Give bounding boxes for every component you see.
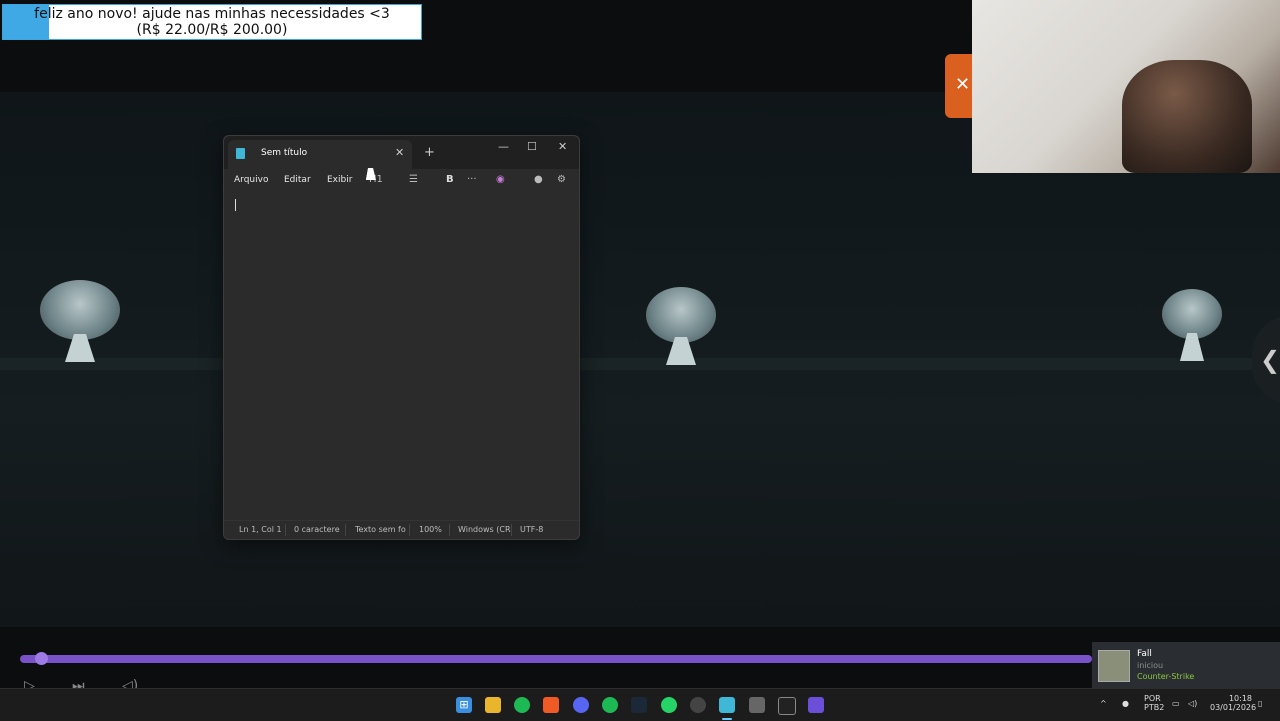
webcam-feed xyxy=(972,0,1280,173)
brave-icon[interactable] xyxy=(543,697,559,713)
spotify-icon[interactable] xyxy=(514,697,530,713)
donation-amount: (R$ 22.00/R$ 200.00) xyxy=(136,22,288,38)
microphone-icon[interactable]: ● xyxy=(1122,699,1129,708)
list-icon[interactable]: ☰ xyxy=(409,174,418,185)
close-icon: ✕ xyxy=(955,74,971,95)
taskbar: ⊞ ^ ● POR PTB2 ▭ ◁) 10:18 03/01/2026 ▯ xyxy=(0,688,1280,721)
title-bar: Sem título ✕ + — ☐ ✕ xyxy=(224,136,579,169)
status-zoom: 100% xyxy=(419,525,442,534)
status-char-count: 0 caractere xyxy=(294,525,340,534)
radio-telescope xyxy=(1162,289,1222,361)
menu-editar[interactable]: Editar xyxy=(284,175,311,185)
settings-icon[interactable]: ⚙ xyxy=(557,174,566,185)
tab-close-button[interactable]: ✕ xyxy=(395,146,404,159)
more-icon[interactable]: ··· xyxy=(467,174,477,185)
volume-icon[interactable]: ◁) xyxy=(1188,699,1197,708)
new-tab-button[interactable]: + xyxy=(424,145,435,160)
horizon-line xyxy=(0,358,1280,370)
status-position: Ln 1, Col 1 xyxy=(239,525,282,534)
text-editor[interactable] xyxy=(224,191,579,516)
capcut-icon[interactable] xyxy=(778,697,796,715)
notification-icon[interactable]: ▯ xyxy=(1258,699,1262,708)
donation-text: feliz ano novo! ajude nas minhas necessi… xyxy=(3,6,421,38)
maximize-button[interactable]: ☐ xyxy=(527,140,537,153)
language-top: POR xyxy=(1144,694,1161,703)
start-icon[interactable]: ⊞ xyxy=(456,697,472,713)
video-progress-bar[interactable] xyxy=(20,652,1092,665)
calculator-icon[interactable] xyxy=(749,697,765,713)
status-format: Texto sem fo xyxy=(355,525,406,534)
clock-time: 10:18 xyxy=(1228,694,1252,703)
app-icon[interactable] xyxy=(808,697,824,713)
text-caret xyxy=(235,199,236,211)
radio-telescope xyxy=(40,280,120,362)
menu-exibir[interactable]: Exibir xyxy=(327,175,352,185)
notepad-icon[interactable] xyxy=(719,697,735,713)
language-bottom: PTB2 xyxy=(1144,703,1165,712)
avatar xyxy=(1098,650,1130,682)
notepad-icon xyxy=(236,148,245,159)
copilot-icon[interactable]: ◉ xyxy=(496,174,505,185)
chevron-left-icon: ❮ xyxy=(1260,346,1280,374)
game-name: Counter-Strike xyxy=(1137,672,1195,681)
notepad-window: Sem título ✕ + — ☐ ✕ Arquivo Editar Exib… xyxy=(223,135,580,540)
spotify-icon[interactable] xyxy=(602,697,618,713)
account-icon[interactable]: ● xyxy=(534,174,543,185)
donation-goal-banner: feliz ano novo! ajude nas minhas necessi… xyxy=(2,4,422,40)
steam-notification[interactable]: Fall iniciou Counter-Strike xyxy=(1092,642,1280,688)
steam-icon[interactable] xyxy=(631,697,647,713)
language-indicator[interactable]: POR PTB2 xyxy=(1144,694,1164,712)
obs-icon[interactable] xyxy=(690,697,706,713)
network-icon[interactable]: ▭ xyxy=(1172,699,1180,708)
clock-date: 03/01/2026 xyxy=(1210,703,1257,712)
tab-untitled[interactable]: Sem título ✕ xyxy=(228,140,412,169)
status-line-ending: Windows (CR xyxy=(458,525,511,534)
bold-button[interactable]: B xyxy=(446,174,454,185)
menu-arquivo[interactable]: Arquivo xyxy=(234,175,268,185)
friend-status: iniciou xyxy=(1137,661,1164,670)
status-encoding: UTF-8 xyxy=(520,525,544,534)
progress-handle[interactable] xyxy=(35,652,49,665)
menu-bar: Arquivo Editar Exibir H1 ☰ B ··· ◉ ● ⚙ xyxy=(224,169,579,191)
minimize-button[interactable]: — xyxy=(498,140,509,153)
mouse-cursor xyxy=(365,168,379,180)
window-close-button[interactable]: ✕ xyxy=(558,140,567,153)
donation-message: feliz ano novo! ajude nas minhas necessi… xyxy=(34,6,390,22)
radio-telescope xyxy=(646,287,716,365)
discord-icon[interactable] xyxy=(573,697,589,713)
whatsapp-icon[interactable] xyxy=(661,697,677,713)
file-explorer-icon[interactable] xyxy=(485,697,501,713)
clock[interactable]: 10:18 03/01/2026 xyxy=(1210,694,1257,712)
streamer xyxy=(1122,60,1252,173)
chevron-up-icon[interactable]: ^ xyxy=(1100,699,1107,708)
friend-name: Fall xyxy=(1137,649,1152,659)
tab-title: Sem título xyxy=(261,148,308,158)
status-bar: Ln 1, Col 1 0 caractere Texto sem fo 100… xyxy=(224,520,579,539)
overlay-close-button[interactable]: ✕ xyxy=(945,54,972,118)
